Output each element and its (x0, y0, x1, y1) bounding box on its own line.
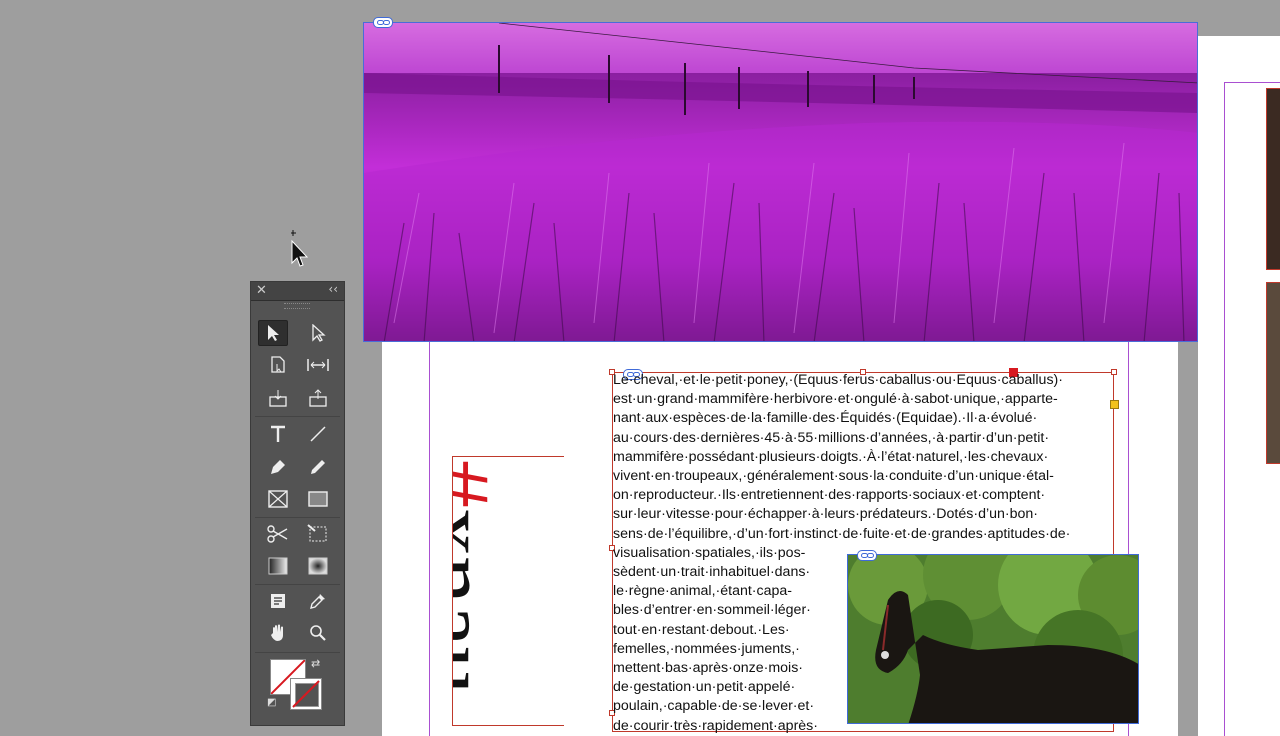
gradient-feather-tool-icon[interactable] (303, 553, 333, 579)
title-hash: # (453, 460, 510, 508)
pencil-tool-icon[interactable] (303, 454, 333, 480)
type-tool-icon[interactable] (263, 421, 293, 447)
document-page-right (1198, 36, 1280, 736)
pen-tool-icon[interactable] (263, 454, 293, 480)
panel-collapse-icon[interactable]: ‹‹ (328, 282, 338, 296)
panel-grip[interactable] (284, 303, 310, 309)
body-text-line: au·cours·des·dernières·45·à·55·millions·… (613, 429, 1050, 446)
body-text-line: visualisation·spatiales,·ils·pos- (613, 544, 806, 561)
scissors-tool-icon[interactable] (263, 521, 293, 547)
body-text-line: poulain,·capable·de·se·lever·et· (613, 698, 815, 715)
body-text-line: nant·aux·espèces·de·la·famille·des·Équid… (613, 410, 1038, 427)
eyedropper-tool-icon[interactable] (303, 588, 333, 614)
mouse-cursor-icon (291, 230, 309, 267)
body-text-line: est·un·grand·mammifère·herbivore·et·ongu… (613, 391, 1058, 408)
tools-panel-header[interactable]: ✕ ‹‹ (251, 282, 344, 301)
panel-separator (255, 517, 340, 518)
panel-separator (255, 652, 340, 653)
title-clip: #xnau (453, 410, 564, 730)
panel-close-icon[interactable]: ✕ (256, 283, 267, 298)
rectangle-tool-icon[interactable] (303, 486, 333, 512)
body-text-line: de·gestation·un·petit·appelé· (613, 679, 796, 696)
content-placer-icon[interactable] (303, 385, 333, 411)
grassland-image (364, 23, 1197, 341)
body-text-line: Le·cheval,·et·le·petit·poney,·(Equus·fer… (613, 372, 1063, 388)
horse-image-frame[interactable] (847, 554, 1139, 724)
margin-guide-right-page (1224, 82, 1225, 736)
image-thumbnail-2[interactable] (1266, 282, 1280, 464)
panel-separator (255, 416, 340, 417)
gradient-swatch-tool-icon[interactable] (263, 553, 293, 579)
tools-panel[interactable]: ✕ ‹‹ ⇄ ◩ (250, 281, 345, 726)
content-collector-icon[interactable] (263, 385, 293, 411)
body-text-line: bles·d’entrer·en·sommeil·léger· (613, 602, 811, 619)
swap-fill-stroke-icon[interactable]: ⇄ (311, 657, 320, 670)
body-text-line: femelles,·nommées·juments,· (613, 640, 800, 657)
link-badge-icon[interactable] (373, 17, 393, 28)
horse-image (848, 555, 1138, 723)
body-text-line: vivent·en·troupeaux,·généralement·sous·l… (613, 468, 1054, 485)
page-tool-icon[interactable] (263, 352, 293, 378)
body-text-line: on·reproducteur.·Ils·entretiennent·des·r… (613, 487, 1046, 504)
stroke-swatch[interactable] (290, 678, 322, 710)
image-thumbnail-1[interactable] (1266, 88, 1280, 270)
direct-selection-tool-icon[interactable] (303, 320, 333, 346)
body-text-line: mettent·bas·après·onze·mois· (613, 660, 804, 677)
body-text-line: sens·de·l’équilibre,·d’un·fort·instinct·… (613, 525, 1071, 542)
free-transform-tool-icon[interactable] (303, 521, 333, 547)
horse-link-badge-icon[interactable] (857, 550, 877, 561)
note-tool-icon[interactable] (263, 588, 293, 614)
selection-tool-icon[interactable] (258, 320, 288, 346)
title-word: xnau (453, 508, 510, 695)
vertical-title: #xnau (453, 460, 510, 695)
hero-image-frame[interactable] (363, 22, 1198, 342)
rectangle-frame-tool-icon[interactable] (263, 486, 293, 512)
body-text-line: sèdent·un·trait·inhabituel·dans· (613, 564, 811, 581)
zoom-tool-icon[interactable] (303, 620, 333, 646)
body-text-line: le·règne·animal,·étant·capa- (613, 583, 793, 600)
panel-separator (255, 584, 340, 585)
body-text-line: tout·en·restant·debout.·Les· (613, 621, 790, 638)
margin-guide-top-right-page (1224, 82, 1280, 83)
body-text-line: sur·leur·vitesse·pour·échapper·à·leurs·p… (613, 506, 1039, 523)
body-text-line: mammifère·possédant·plusieurs·doigts.·À·… (613, 448, 1049, 465)
hand-tool-icon[interactable] (263, 620, 293, 646)
line-tool-icon[interactable] (303, 421, 333, 447)
default-fill-stroke-icon[interactable]: ◩ (267, 697, 276, 708)
gap-tool-icon[interactable] (303, 352, 333, 378)
